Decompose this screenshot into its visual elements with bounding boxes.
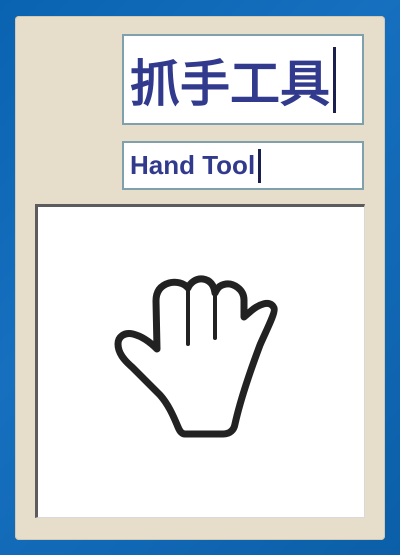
- tool-card: 抓手工具 Hand Tool: [15, 16, 385, 540]
- chinese-name-text: 抓手工具: [130, 54, 330, 113]
- english-name-field[interactable]: Hand Tool: [122, 141, 364, 190]
- chinese-name-field[interactable]: 抓手工具: [122, 34, 364, 125]
- hand-icon: [114, 275, 278, 438]
- text-cursor: [333, 46, 336, 113]
- text-cursor: [258, 148, 262, 183]
- english-name-text: Hand Tool: [130, 150, 256, 180]
- icon-preview-panel: [35, 204, 365, 518]
